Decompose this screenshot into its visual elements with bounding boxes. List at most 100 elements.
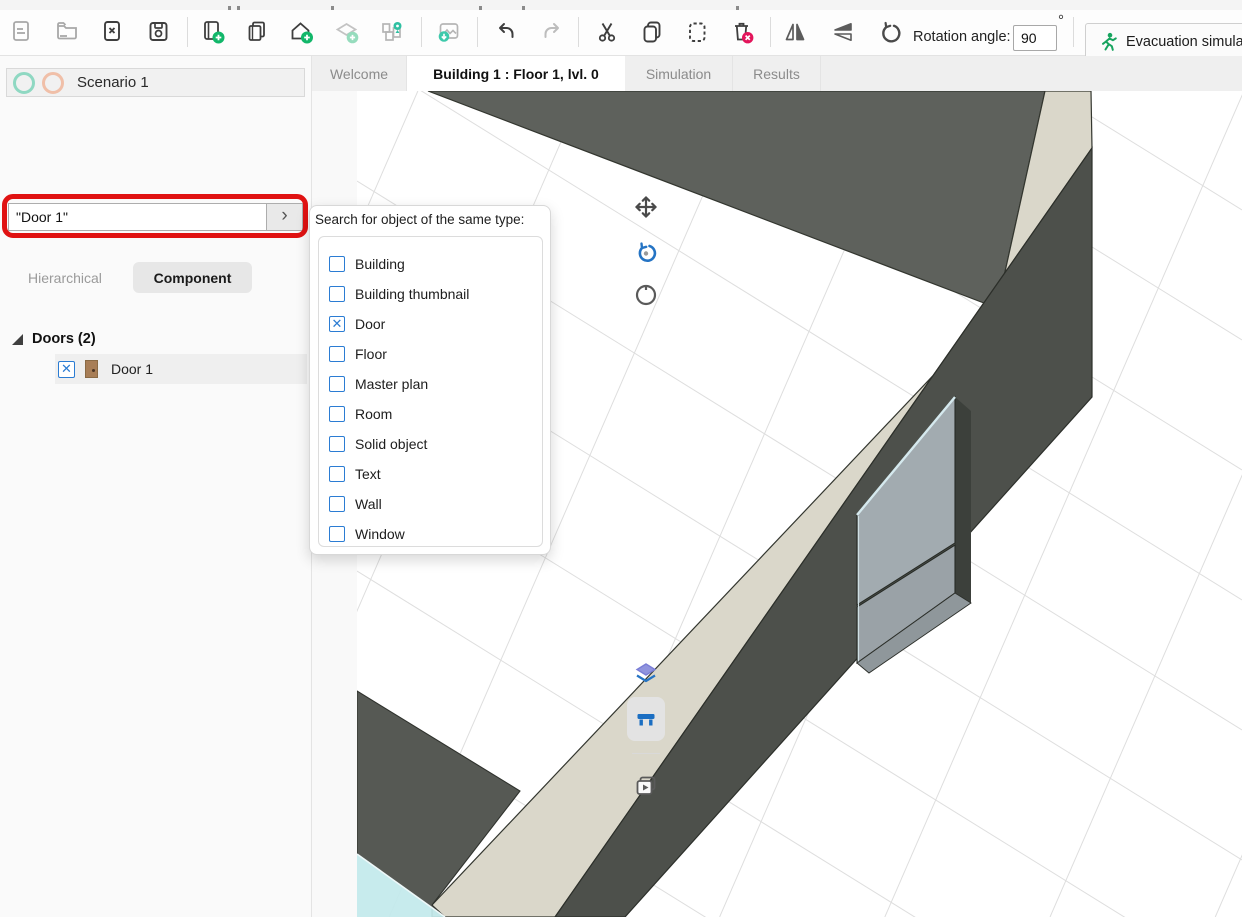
tab-component[interactable]: Component [133, 262, 252, 293]
popup-option-wall[interactable]: Wall [329, 489, 529, 519]
tab-simulation[interactable]: Simulation [625, 56, 733, 91]
checkbox[interactable] [329, 316, 345, 332]
import-image-icon [436, 19, 463, 46]
tab-welcome[interactable]: Welcome [312, 56, 407, 91]
vertex-tool-button[interactable] [633, 281, 659, 307]
delete-button[interactable] [725, 15, 759, 49]
checkbox[interactable] [329, 346, 345, 362]
cut-icon [594, 19, 621, 46]
popup-option-door[interactable]: Door [329, 309, 529, 339]
search-type-popup: Search for object of the same type: Buil… [309, 205, 551, 555]
popup-options-box: Building Building thumbnail Door Floor M… [318, 236, 543, 547]
scenario-status-circle-orange [42, 72, 64, 94]
tree-expand-icon[interactable] [12, 334, 23, 345]
move-tool-button[interactable] [633, 194, 659, 220]
checkbox[interactable] [329, 526, 345, 542]
paste-icon [684, 19, 711, 46]
door-icon [85, 360, 98, 378]
vertex-circle-icon [637, 286, 655, 304]
new-file-button[interactable] [5, 15, 39, 49]
popup-option-window[interactable]: Window [329, 519, 529, 549]
import-image-button[interactable] [432, 15, 466, 49]
evacuation-simulation-button[interactable]: Evacuation simula [1085, 23, 1242, 60]
checkbox[interactable] [329, 256, 345, 272]
popup-option-building[interactable]: Building [329, 249, 529, 279]
rotate-button[interactable] [873, 15, 907, 49]
open-folder-button[interactable] [50, 15, 84, 49]
popup-option-solid-object[interactable]: Solid object [329, 429, 529, 459]
running-person-icon [1098, 32, 1118, 52]
scenario-status-circle-green [13, 72, 35, 94]
open-folder-icon [54, 19, 80, 45]
menu-strip [0, 0, 1242, 10]
rotation-angle-input[interactable] [1013, 25, 1057, 51]
tab-results[interactable]: Results [733, 56, 821, 91]
move-icon [637, 198, 656, 217]
add-scenario-icon [200, 19, 227, 46]
checkbox[interactable] [329, 286, 345, 302]
tab-building-floor[interactable]: Building 1 : Floor 1, lvl. 0 [407, 56, 625, 91]
evacuation-button-label: Evacuation simula [1126, 34, 1242, 50]
door-reveal-face [955, 397, 971, 603]
rotate-tool-button[interactable] [633, 239, 659, 265]
tree-item-label: Door 1 [111, 361, 153, 377]
new-file-icon [9, 19, 35, 45]
save-button[interactable] [142, 15, 176, 49]
add-building-button[interactable] [284, 15, 318, 49]
scenario-panel: Scenario 1 › Hierarchical Component Door… [0, 56, 312, 917]
redo-button[interactable] [534, 15, 568, 49]
popup-option-room[interactable]: Room [329, 399, 529, 429]
cut-button[interactable] [590, 15, 624, 49]
undo-icon [493, 19, 520, 46]
add-floor-icon [334, 19, 361, 46]
popup-option-master-plan[interactable]: Master plan [329, 369, 529, 399]
checkbox[interactable] [329, 436, 345, 452]
popup-title: Search for object of the same type: [315, 212, 524, 227]
add-building-icon [288, 19, 315, 46]
tree-item-door-1[interactable]: Door 1 [55, 354, 307, 384]
delete-icon [729, 19, 756, 46]
checkbox[interactable] [329, 376, 345, 392]
checkbox[interactable] [329, 406, 345, 422]
toolbar-separator [421, 17, 422, 47]
flip-vertical-button[interactable] [826, 15, 860, 49]
rotation-angle-label: Rotation angle: [913, 22, 1011, 52]
copy-button[interactable] [635, 15, 669, 49]
measure-table-icon [633, 706, 659, 732]
scenario-label: Scenario 1 [77, 74, 149, 91]
popup-option-text[interactable]: Text [329, 459, 529, 489]
flip-vertical-icon [830, 19, 857, 46]
close-file-icon [100, 19, 126, 45]
duplicate-scenario-icon [244, 19, 270, 45]
popup-option-floor[interactable]: Floor [329, 339, 529, 369]
undo-button[interactable] [489, 15, 523, 49]
layers-tool-button[interactable] [633, 661, 659, 687]
toolbar-separator [578, 17, 579, 47]
building-map-icon [379, 19, 406, 46]
add-scenario-button[interactable] [196, 15, 230, 49]
tab-hierarchical[interactable]: Hierarchical [12, 262, 118, 293]
layers-icon [637, 664, 655, 681]
paste-button[interactable] [680, 15, 714, 49]
presentation-tool-button[interactable] [633, 773, 659, 799]
tree-group-doors[interactable]: Doors (2) [12, 331, 96, 347]
scenario-item[interactable]: Scenario 1 [6, 68, 305, 97]
close-file-button[interactable] [96, 15, 130, 49]
tree-group-label: Doors (2) [32, 331, 96, 347]
add-floor-button[interactable] [330, 15, 364, 49]
checkbox[interactable] [329, 466, 345, 482]
save-icon [146, 19, 172, 45]
flip-horizontal-icon [782, 19, 809, 46]
toolbar-separator [770, 17, 771, 47]
door-visibility-checkbox[interactable] [58, 361, 75, 378]
document-tab-bar: Welcome Building 1 : Floor 1, lvl. 0 Sim… [312, 56, 1242, 91]
popup-option-building-thumbnail[interactable]: Building thumbnail [329, 279, 529, 309]
annotation-highlight-box [2, 194, 308, 238]
main-toolbar: Rotation angle: ° Evacuation simula [0, 10, 1242, 56]
flip-horizontal-button[interactable] [778, 15, 812, 49]
building-map-button[interactable] [375, 15, 409, 49]
toolbar-separator [1073, 17, 1074, 47]
checkbox[interactable] [329, 496, 345, 512]
rotate-icon [877, 19, 904, 46]
duplicate-scenario-button[interactable] [240, 15, 274, 49]
